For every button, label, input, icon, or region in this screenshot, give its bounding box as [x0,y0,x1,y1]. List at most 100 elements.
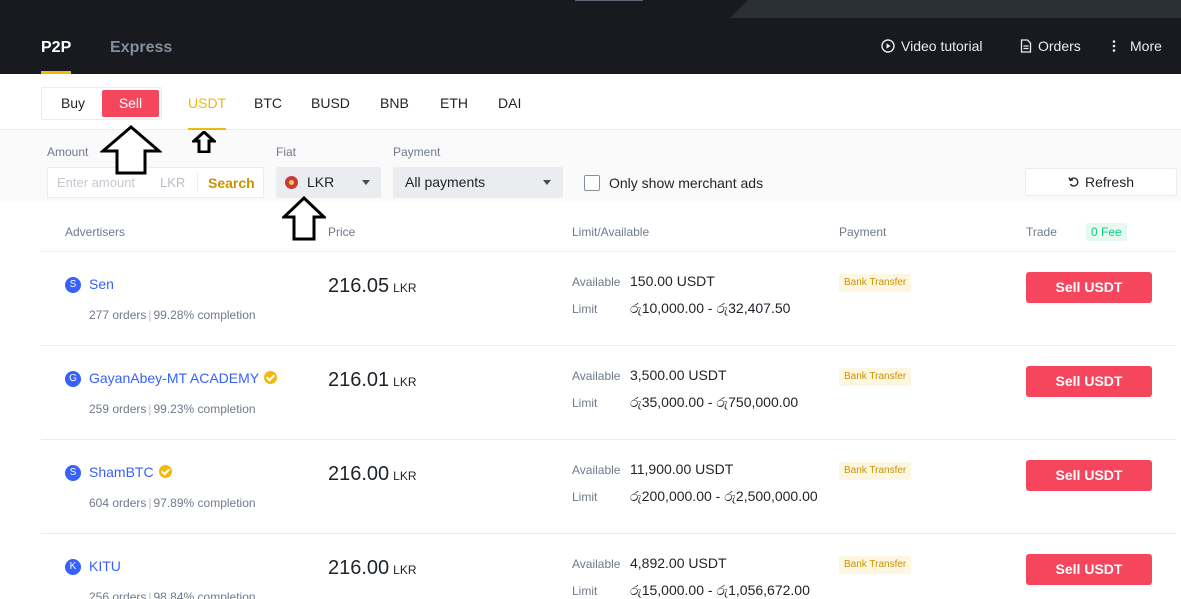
advertiser-name[interactable]: GayanAbey-MT ACADEMY [89,368,278,388]
limit-range: රු15,000.00 - රු1,056,672.00 [630,582,810,598]
advertiser-name[interactable]: Sen [89,274,114,294]
advertiser-stats: 604 orders | 97.89% completion [89,496,256,510]
advertiser-name-text: GayanAbey-MT ACADEMY [89,370,260,386]
document-icon [1020,39,1032,53]
completion-rate: 99.28% completion [153,308,256,322]
completion-rate: 99.23% completion [153,402,256,416]
price-currency: LKR [393,469,417,483]
fiat-label: Fiat [276,145,297,159]
advertiser-name[interactable]: KITU [89,556,121,576]
available-amount: 4,892.00 USDT [630,555,727,571]
asset-tab-bnb[interactable]: BNB [380,74,409,130]
payment-value: All payments [405,174,486,190]
price: 216.00 LKR [328,556,417,582]
advertiser-name-text: Sen [89,276,114,292]
sell-usdt-button[interactable]: Sell USDT [1026,554,1152,585]
asset-selector-bar: Buy Sell USDT BTC BUSD BNB ETH DAI [0,74,1181,130]
payment-method-badge: Bank Transfer [839,462,912,480]
more-label: More [1130,38,1162,54]
annotation-arrow-up-icon [192,131,216,153]
price: 216.00 LKR [328,462,417,488]
video-tutorial-label: Video tutorial [901,38,983,54]
available-label: Available [572,463,621,477]
limit-range: රු10,000.00 - රු32,407.50 [630,300,791,316]
available-label: Available [572,369,621,383]
play-circle-icon [881,39,895,53]
sell-usdt-button[interactable]: Sell USDT [1026,366,1152,397]
limit-label: Limit [572,490,598,504]
completion-rate: 97.89% completion [153,496,256,510]
limit-label: Limit [572,396,598,410]
sell-usdt-button[interactable]: Sell USDT [1026,460,1152,491]
sell-usdt-button[interactable]: Sell USDT [1026,272,1152,303]
refresh-icon [1068,176,1080,188]
asset-tab-eth[interactable]: ETH [440,74,468,130]
advertiser-stats: 277 orders | 99.28% completion [89,308,256,322]
completion-rate: 98.84% completion [153,590,256,599]
asset-tab-busd[interactable]: BUSD [311,74,350,130]
advertiser-name-text: KITU [89,558,121,574]
price-currency: LKR [393,563,417,577]
available-label: Available [572,275,621,289]
asset-tab-btc[interactable]: BTC [254,74,282,130]
header-limit-available: Limit/Available [572,225,650,239]
advertiser-stats: 259 orders | 99.23% completion [89,402,256,416]
payment-method-badge: Bank Transfer [839,368,912,386]
avatar: G [65,371,81,387]
order-count: 256 orders [89,590,147,599]
price-value: 216.00 [328,557,390,579]
more-menu[interactable]: More [1112,18,1162,74]
limit-label: Limit [572,584,598,598]
order-count: 277 orders [89,308,147,322]
orders-link[interactable]: Orders [1020,18,1081,74]
asset-tab-usdt[interactable]: USDT [188,74,227,130]
video-tutorial-link[interactable]: Video tutorial [881,18,982,74]
sell-tab[interactable]: Sell [102,90,159,117]
filter-bar: Amount Enter amount LKR Search Fiat LKR … [0,130,1181,202]
available-amount: 150.00 USDT [630,273,715,289]
caret-down-icon [543,180,551,185]
merchant-only-label: Only show merchant ads [609,175,764,191]
tab-express[interactable]: Express [110,18,172,74]
price: 216.01 LKR [328,368,417,394]
payment-method-badge: Bank Transfer [839,556,912,574]
buy-tab[interactable]: Buy [44,90,102,117]
tab-p2p[interactable]: P2P [41,18,72,74]
table-row: K KITU 256 orders | 98.84% completion 216.… [41,534,1176,599]
limit-range: රු200,000.00 - රු2,500,000.00 [630,488,818,504]
header-advertisers: Advertisers [65,225,126,239]
avatar: S [65,277,81,293]
amount-divider [197,173,198,193]
limit-range: රු35,000.00 - රු750,000.00 [630,394,799,410]
p2p-navbar: P2P Express Video tutorial Orders More [0,18,1181,74]
banner-divider [575,0,643,1]
price-value: 216.01 [328,369,390,391]
asset-tab-dai[interactable]: DAI [498,74,521,130]
price-currency: LKR [393,375,417,389]
table-header: Advertisers Price Limit/Available Paymen… [41,212,1176,252]
payment-select[interactable]: All payments [393,167,563,198]
price-value: 216.00 [328,463,390,485]
fiat-select[interactable]: LKR [276,167,381,198]
merchant-only-checkbox[interactable] [584,175,600,191]
table-row: S Sen 277 orders | 99.28% completion 216.0… [41,252,1176,346]
buy-sell-toggle: Buy Sell [41,87,162,120]
merchant-only-option[interactable]: Only show merchant ads [584,175,763,191]
advertiser-stats: 256 orders | 98.84% completion [89,590,256,599]
payment-label: Payment [393,145,441,159]
refresh-button[interactable]: Refresh [1025,168,1177,196]
caret-down-icon [362,180,370,185]
sri-lanka-flag-icon [285,176,298,189]
amount-currency: LKR [160,175,186,190]
payment-method-badge: Bank Transfer [839,274,912,292]
fiat-value: LKR [307,174,335,190]
table-row: G GayanAbey-MT ACADEMY 259 orders | 99.23%… [41,346,1176,440]
available-label: Available [572,557,621,571]
annotation-arrow-up-icon [282,196,326,241]
search-button[interactable]: Search [208,168,255,198]
price-currency: LKR [393,281,417,295]
advertiser-name[interactable]: ShamBTC [89,462,172,482]
top-banner-strip [0,0,1181,18]
refresh-label: Refresh [1084,174,1135,190]
available-amount: 11,900.00 USDT [630,461,734,477]
